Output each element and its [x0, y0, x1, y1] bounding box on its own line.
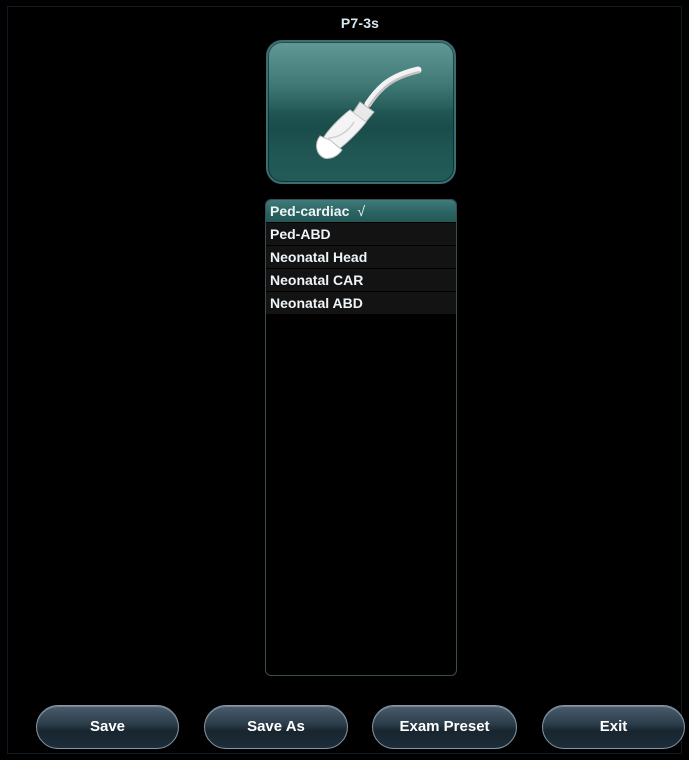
preset-label: Neonatal ABD	[270, 295, 363, 311]
preset-item-neonatal-car[interactable]: Neonatal CAR	[266, 269, 456, 292]
preset-label: Ped-ABD	[270, 226, 331, 242]
save-button[interactable]: Save	[36, 705, 179, 749]
preset-label: Neonatal Head	[270, 249, 368, 265]
preset-item-neonatal-head[interactable]: Neonatal Head	[266, 246, 456, 269]
preset-label: Ped-cardiac	[270, 203, 350, 219]
save-as-button[interactable]: Save As	[204, 705, 348, 749]
ultrasound-probe-icon	[316, 66, 422, 159]
selected-check-icon: √	[357, 203, 366, 219]
probe-tile[interactable]	[266, 40, 456, 184]
exit-button[interactable]: Exit	[542, 705, 685, 749]
exam-preset-button[interactable]: Exam Preset	[372, 705, 517, 749]
preset-item-ped-abd[interactable]: Ped-ABD	[266, 223, 456, 246]
preset-item-ped-cardiac[interactable]: Ped-cardiac √	[266, 200, 456, 223]
exam-preset-list: Ped-cardiac √ Ped-ABD Neonatal Head Neona…	[265, 199, 457, 676]
preset-label: Neonatal CAR	[270, 272, 364, 288]
preset-item-neonatal-abd[interactable]: Neonatal ABD	[266, 292, 456, 315]
probe-name: P7-3s	[340, 15, 380, 31]
